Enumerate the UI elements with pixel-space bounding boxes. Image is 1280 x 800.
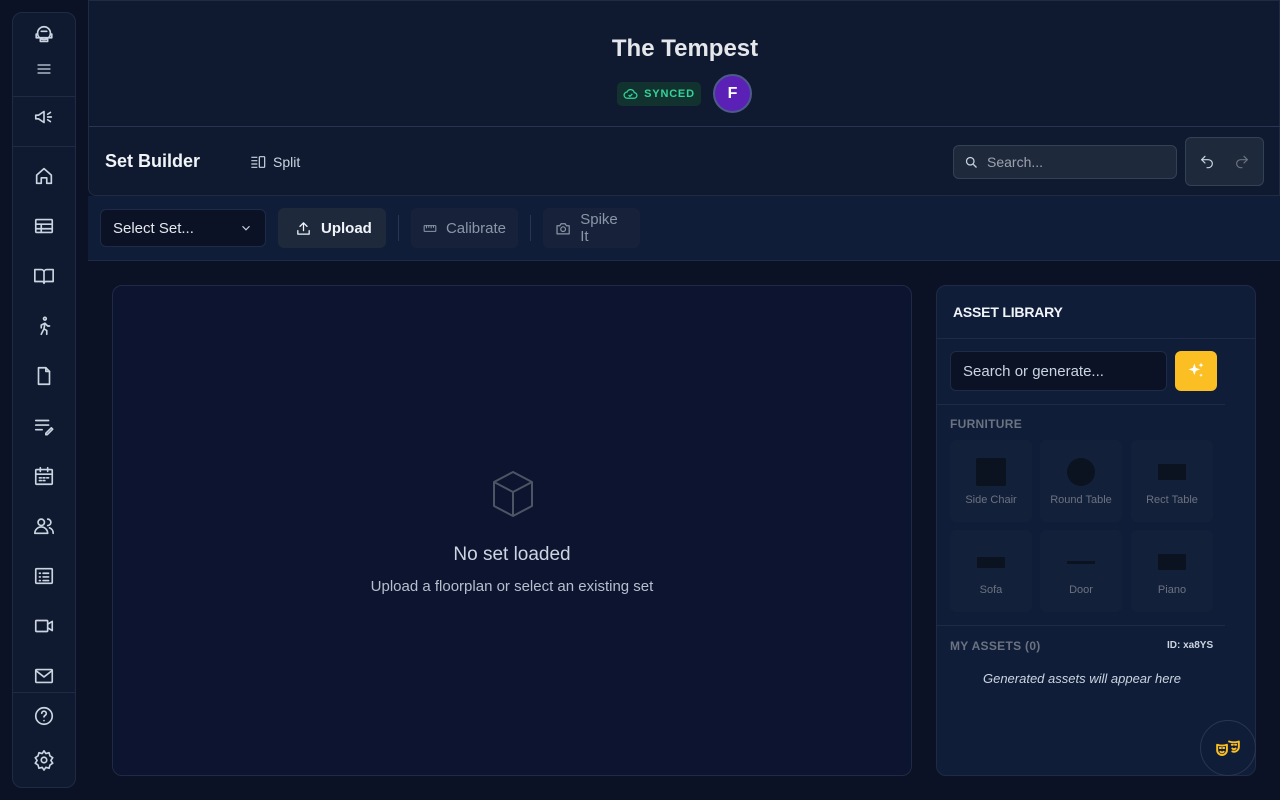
asset-search-input[interactable] [950,351,1167,391]
ruler-icon [423,224,437,232]
cloud-check-icon [623,88,638,99]
set-toolbar: Select Set... Upload Calibrate Spike It [88,196,1280,261]
split-view-label: Split [273,154,301,170]
table-icon[interactable] [13,206,75,246]
sparkles-icon [1188,362,1204,377]
edit-list-icon[interactable] [13,406,75,446]
asset-tile-round-table[interactable]: Round Table [1040,440,1122,522]
undo-redo-group [1185,137,1264,186]
split-view-button[interactable]: Split [250,151,300,173]
chevron-down-icon [242,225,250,231]
split-view-icon [251,156,266,168]
my-assets-heading: MY ASSETS (0) [950,639,1041,653]
file-icon[interactable] [13,356,75,396]
users-icon[interactable] [13,506,75,546]
asset-tile-label: Round Table [1050,494,1112,506]
asset-tile-side-chair[interactable]: Side Chair [950,440,1032,522]
spike-it-button[interactable]: Spike It [543,208,640,248]
undo-icon [1201,155,1213,169]
camera-icon [556,222,570,235]
hamburger-icon[interactable] [13,49,75,89]
asset-library-title: ASSET LIBRARY [937,286,1255,339]
sync-status-label: SYNCED [644,88,695,100]
mail-icon[interactable] [13,656,75,696]
project-title: The Tempest [611,35,759,62]
cube-icon [487,468,539,520]
asset-tile-label: Side Chair [965,494,1017,506]
list-icon[interactable] [13,556,75,596]
set-canvas[interactable]: No set loaded Upload a floorplan or sele… [112,285,912,776]
asset-tile-door[interactable]: Door [1040,530,1122,612]
undo-button[interactable] [1196,150,1218,172]
global-search-input[interactable] [987,154,1167,170]
asset-library-panel: ASSET LIBRARY FURNITURE Side Chair Round… [936,285,1256,776]
page-title: Set Builder [105,151,201,171]
theater-masks-icon [1216,740,1240,756]
calendar-icon[interactable] [13,456,75,496]
redo-button[interactable] [1231,150,1253,172]
set-select-dropdown[interactable]: Select Set... [100,209,266,247]
user-avatar[interactable]: F [713,74,752,113]
furniture-heading: FURNITURE [950,417,1023,431]
asset-tile-label: Rect Table [1146,494,1198,506]
asset-tile-label: Sofa [979,584,1003,596]
upload-label: Upload [321,219,372,237]
redo-icon [1236,155,1248,169]
help-circle-icon[interactable] [13,696,75,736]
megaphone-icon[interactable] [13,97,75,137]
open-book-icon[interactable] [13,256,75,296]
walking-person-icon[interactable] [13,306,75,346]
set-select-value: Select Set... [113,219,194,237]
asset-tile-label: Piano [1157,584,1187,596]
sync-status-badge: SYNCED [617,82,701,106]
video-icon[interactable] [13,606,75,646]
generated-assets-empty-note: Generated assets will appear here [982,671,1181,686]
search-icon [965,156,977,168]
asset-id-label: ID: xa8YS [1167,640,1214,651]
gear-icon[interactable] [13,740,75,780]
home-icon[interactable] [13,156,75,196]
app-header: The Tempest SYNCED F Set Builder Split [88,0,1280,196]
empty-state-title: No set loaded [453,544,571,565]
asset-tile-piano[interactable]: Piano [1131,530,1213,612]
empty-state-subtitle: Upload a floorplan or select an existing… [370,578,654,595]
asset-tile-label: Door [1069,584,1093,596]
upload-button[interactable]: Upload [278,208,386,248]
calibrate-button[interactable]: Calibrate [411,208,518,248]
global-search[interactable] [953,145,1177,179]
upload-icon [297,221,310,235]
spike-it-label: Spike It [580,211,618,245]
asset-tile-rect-table[interactable]: Rect Table [1131,440,1213,522]
theater-masks-fab[interactable] [1200,720,1256,776]
generate-asset-button[interactable] [1175,351,1217,391]
asset-tile-sofa[interactable]: Sofa [950,530,1032,612]
calibrate-label: Calibrate [445,219,506,237]
sidebar-rail [12,12,76,788]
